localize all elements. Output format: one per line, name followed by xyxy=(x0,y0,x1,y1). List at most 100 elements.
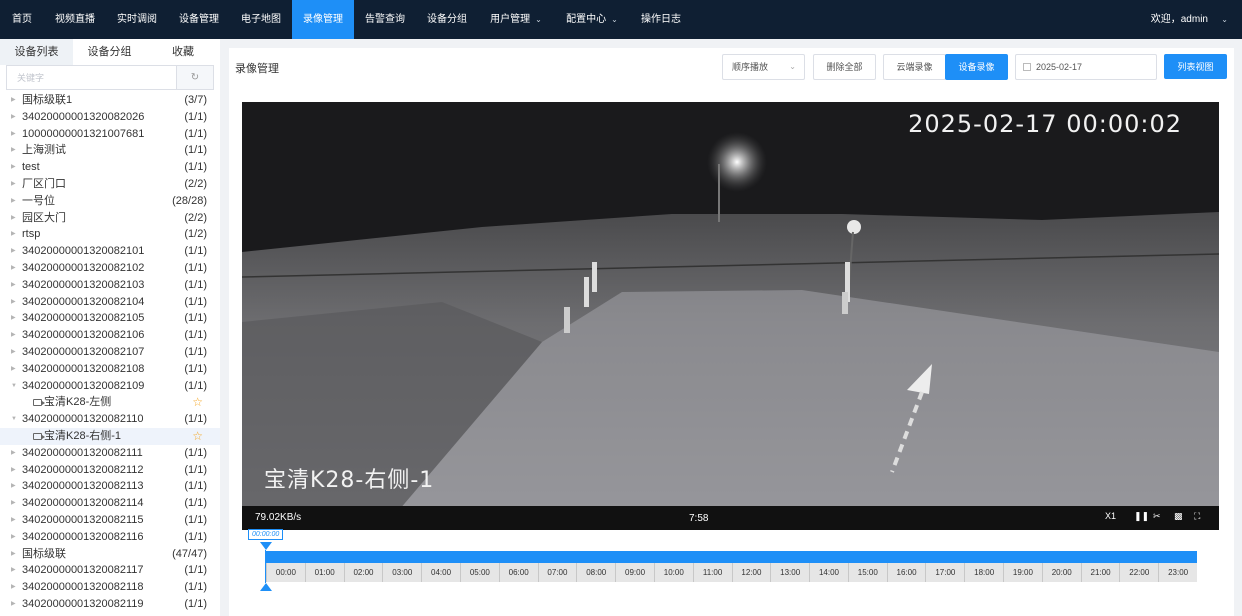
refresh-icon[interactable]: ↻ xyxy=(176,66,213,89)
timeline-hour-label[interactable]: 01:00 xyxy=(304,563,344,582)
tree-channel-item[interactable]: 宝清K28-左侧 ☆ xyxy=(0,394,220,411)
pause-icon[interactable]: ❚❚ xyxy=(1134,511,1149,522)
tree-device-item[interactable]: ▶ 园区大门 (2/2) xyxy=(0,210,220,227)
timeline-hour-label[interactable]: 03:00 xyxy=(382,563,421,582)
tree-device-item[interactable]: ▶ 国标级联 (47/47) xyxy=(0,546,220,563)
tree-device-item[interactable]: ▶ 上海测试 (1/1) xyxy=(0,142,220,159)
timeline-hour-label[interactable]: 05:00 xyxy=(459,563,499,582)
nav-item-7[interactable]: 设备分组 xyxy=(416,0,478,39)
tree-device-item[interactable]: ▶ 34020000001320082105 (1/1) xyxy=(0,310,220,327)
timeline-hour-label[interactable]: 16:00 xyxy=(886,563,926,582)
nav-item-9[interactable]: 配置中心 ⌄ xyxy=(554,0,630,39)
timeline-hour-label[interactable]: 08:00 xyxy=(576,563,615,582)
caret-right-icon[interactable]: ▶ xyxy=(11,445,16,462)
caret-right-icon[interactable]: ▶ xyxy=(11,126,16,143)
tree-device-item[interactable]: ▶ 34020000001320082101 (1/1) xyxy=(0,243,220,260)
tree-device-item[interactable]: ▶ 10000000001321007681 (1/1) xyxy=(0,126,220,143)
caret-right-icon[interactable]: ▶ xyxy=(11,159,16,176)
nav-item-6[interactable]: 告警查询 xyxy=(354,0,416,39)
caret-right-icon[interactable]: ▶ xyxy=(11,562,16,579)
caret-right-icon[interactable]: ▶ xyxy=(11,361,16,378)
tab-device-list[interactable]: 设备列表 xyxy=(0,39,73,65)
timeline-hour-scale[interactable]: 00:00 01:00 02:00 03:00 04:00 05:00 06:00 07:00… xyxy=(266,563,1197,582)
delete-all-button[interactable]: 删除全部 xyxy=(813,54,876,80)
caret-right-icon[interactable]: ▶ xyxy=(11,495,16,512)
nav-item-3[interactable]: 设备管理 xyxy=(168,0,230,39)
tree-device-item[interactable]: ▶ 34020000001320082103 (1/1) xyxy=(0,277,220,294)
tab-device-group[interactable]: 设备分组 xyxy=(73,39,146,65)
tree-device-item[interactable]: ▶ 34020000001320082114 (1/1) xyxy=(0,495,220,512)
tree-device-item[interactable]: ▶ rtsp (1/2) xyxy=(0,226,220,243)
caret-right-icon[interactable]: ▶ xyxy=(11,579,16,596)
timeline-hour-label[interactable]: 15:00 xyxy=(847,563,887,582)
timeline-pin-top[interactable] xyxy=(260,542,272,550)
tree-device-item[interactable]: ▶ 34020000001320082113 (1/1) xyxy=(0,478,220,495)
tree-channel-item[interactable]: 宝清K28-右侧-1 ☆ xyxy=(0,427,220,445)
tree-device-item[interactable]: ▼ 34020000001320082110 (1/1) xyxy=(0,411,220,428)
favorite-star-icon[interactable]: ☆ xyxy=(192,394,203,411)
timeline-hour-label[interactable]: 10:00 xyxy=(653,563,693,582)
chevron-down-icon[interactable]: ⌄ xyxy=(1221,0,1228,39)
caret-right-icon[interactable]: ▶ xyxy=(11,142,16,159)
nav-item-4[interactable]: 电子地图 xyxy=(230,0,292,39)
caret-right-icon[interactable]: ▶ xyxy=(11,176,16,193)
tree-device-item[interactable]: ▶ 一号位 (28/28) xyxy=(0,193,220,210)
scissors-icon[interactable]: ✂ xyxy=(1153,511,1161,522)
caret-right-icon[interactable]: ▶ xyxy=(11,478,16,495)
caret-right-icon[interactable]: ▶ xyxy=(11,294,16,311)
device-record-button[interactable]: 设备录像 xyxy=(945,54,1008,80)
tab-favorites[interactable]: 收藏 xyxy=(146,39,220,65)
nav-item-10[interactable]: 操作日志 xyxy=(630,0,692,39)
caret-right-icon[interactable]: ▶ xyxy=(11,512,16,529)
caret-down-icon[interactable]: ▼ xyxy=(11,378,17,395)
timeline-hour-label[interactable]: 14:00 xyxy=(809,563,848,582)
caret-right-icon[interactable]: ▶ xyxy=(11,226,16,243)
timeline-hour-label[interactable]: 17:00 xyxy=(925,563,964,582)
tree-device-item[interactable]: ▶ 34020000001320082107 (1/1) xyxy=(0,344,220,361)
cloud-record-button[interactable]: 云端录像 xyxy=(883,54,946,80)
tree-device-item[interactable]: ▶ 国标级联1 (3/7) xyxy=(0,92,220,109)
nav-item-5[interactable]: 录像管理 xyxy=(292,0,354,39)
tree-device-item[interactable]: ▶ 34020000001320082102 (1/1) xyxy=(0,260,220,277)
timeline-hour-label[interactable]: 18:00 xyxy=(964,563,1003,582)
tree-device-item[interactable]: ▶ 34020000001320082108 (1/1) xyxy=(0,361,220,378)
video-record-icon[interactable]: ▩ xyxy=(1174,511,1183,522)
timeline-hour-label[interactable]: 04:00 xyxy=(421,563,460,582)
caret-right-icon[interactable]: ▶ xyxy=(11,344,16,361)
timeline[interactable]: 00:00:00 00:00 01:00 02:00 03:00 04:00 05:00 0… xyxy=(248,529,1220,611)
favorite-star-icon[interactable]: ☆ xyxy=(192,428,203,445)
tree-device-item[interactable]: ▶ test (1/1) xyxy=(0,159,220,176)
date-picker[interactable]: 2025-02-17 xyxy=(1015,54,1157,80)
timeline-hour-label[interactable]: 07:00 xyxy=(537,563,577,582)
tree-device-item[interactable]: ▶ 34020000001320082106 (1/1) xyxy=(0,327,220,344)
timeline-recorded-bar[interactable] xyxy=(266,551,1197,563)
list-view-button[interactable]: 列表视图 xyxy=(1164,54,1227,79)
nav-item-0[interactable]: 首页 xyxy=(0,0,44,39)
tree-device-item[interactable]: ▶ 34020000001320082112 (1/1) xyxy=(0,462,220,479)
caret-right-icon[interactable]: ▶ xyxy=(11,529,16,546)
caret-right-icon[interactable]: ▶ xyxy=(11,193,16,210)
tree-device-item[interactable]: ▶ 34020000001320082118 (1/1) xyxy=(0,579,220,596)
nav-item-1[interactable]: 视频直播 xyxy=(44,0,106,39)
caret-right-icon[interactable]: ▶ xyxy=(11,462,16,479)
caret-right-icon[interactable]: ▶ xyxy=(11,546,16,563)
timeline-hour-label[interactable]: 21:00 xyxy=(1080,563,1120,582)
nav-item-2[interactable]: 实时调阅 xyxy=(106,0,168,39)
timeline-hour-label[interactable]: 13:00 xyxy=(770,563,809,582)
tree-device-item[interactable]: ▶ 34020000001320082117 (1/1) xyxy=(0,562,220,579)
tree-device-item[interactable]: ▼ 34020000001320082109 (1/1) xyxy=(0,378,220,395)
search-input[interactable] xyxy=(7,66,178,89)
caret-right-icon[interactable]: ▶ xyxy=(11,210,16,227)
timeline-hour-label[interactable]: 11:00 xyxy=(692,563,732,582)
caret-right-icon[interactable]: ▶ xyxy=(11,596,16,613)
video-player[interactable]: 2025-02-17 00:00:02 宝清K28-右侧-1 79.02KB/s… xyxy=(242,102,1219,530)
caret-right-icon[interactable]: ▶ xyxy=(11,327,16,344)
tree-device-item[interactable]: ▶ 34020000001320082026 (1/1) xyxy=(0,109,220,126)
speed-button[interactable]: X1 xyxy=(1105,511,1116,521)
caret-right-icon[interactable]: ▶ xyxy=(11,92,16,109)
tree-device-item[interactable]: ▶ 34020000001320082111 (1/1) xyxy=(0,445,220,462)
caret-down-icon[interactable]: ▼ xyxy=(11,411,17,428)
timeline-hour-label[interactable]: 22:00 xyxy=(1119,563,1158,582)
play-mode-select[interactable]: 顺序播放 ⌄ xyxy=(722,54,805,80)
timeline-hour-label[interactable]: 06:00 xyxy=(498,563,538,582)
